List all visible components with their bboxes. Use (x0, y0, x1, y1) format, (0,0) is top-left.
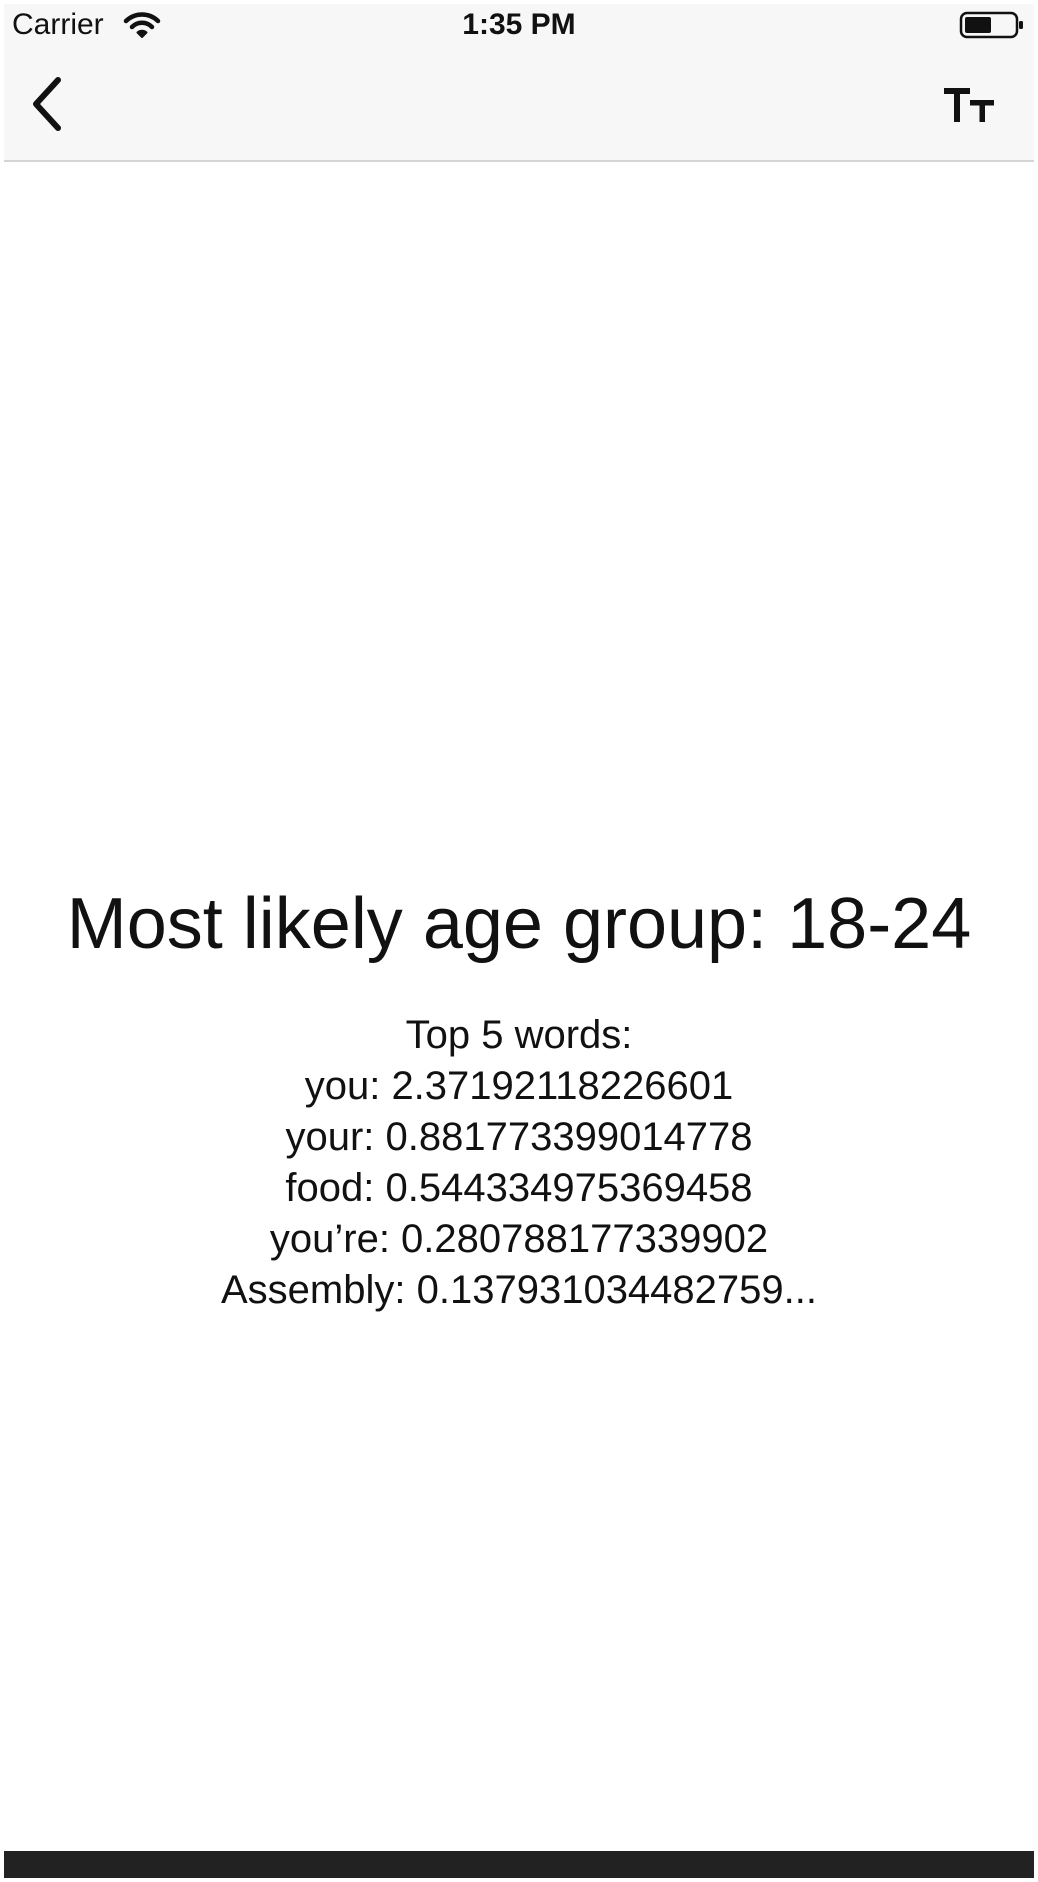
list-item: you: 2.37192118226601 (304, 1064, 734, 1108)
list-item: your: 0.881773399014778 (285, 1115, 753, 1159)
bottom-bar (4, 1851, 1034, 1878)
chevron-left-icon[interactable] (22, 74, 78, 134)
navigation-bar (4, 44, 1034, 162)
age-group-result: Most likely age group: 18-24 (66, 884, 972, 964)
screen: Carrier 1:35 PM Most likely age group: 1… (4, 4, 1034, 1878)
list-item: food: 0.544334975369458 (285, 1166, 753, 1210)
battery-icon (959, 11, 1023, 39)
list-item: Assembly: 0.137931034482759... (221, 1268, 817, 1312)
text-size-icon[interactable] (940, 80, 1000, 128)
top-words-heading: Top 5 words: (405, 1013, 633, 1057)
status-time: 1:35 PM (462, 8, 576, 41)
status-bar: Carrier 1:35 PM (4, 4, 1034, 44)
list-item: you’re: 0.280788177339902 (269, 1217, 769, 1261)
top-words-list: Top 5 words: you: 2.37192118226601 your:… (4, 1010, 1034, 1316)
